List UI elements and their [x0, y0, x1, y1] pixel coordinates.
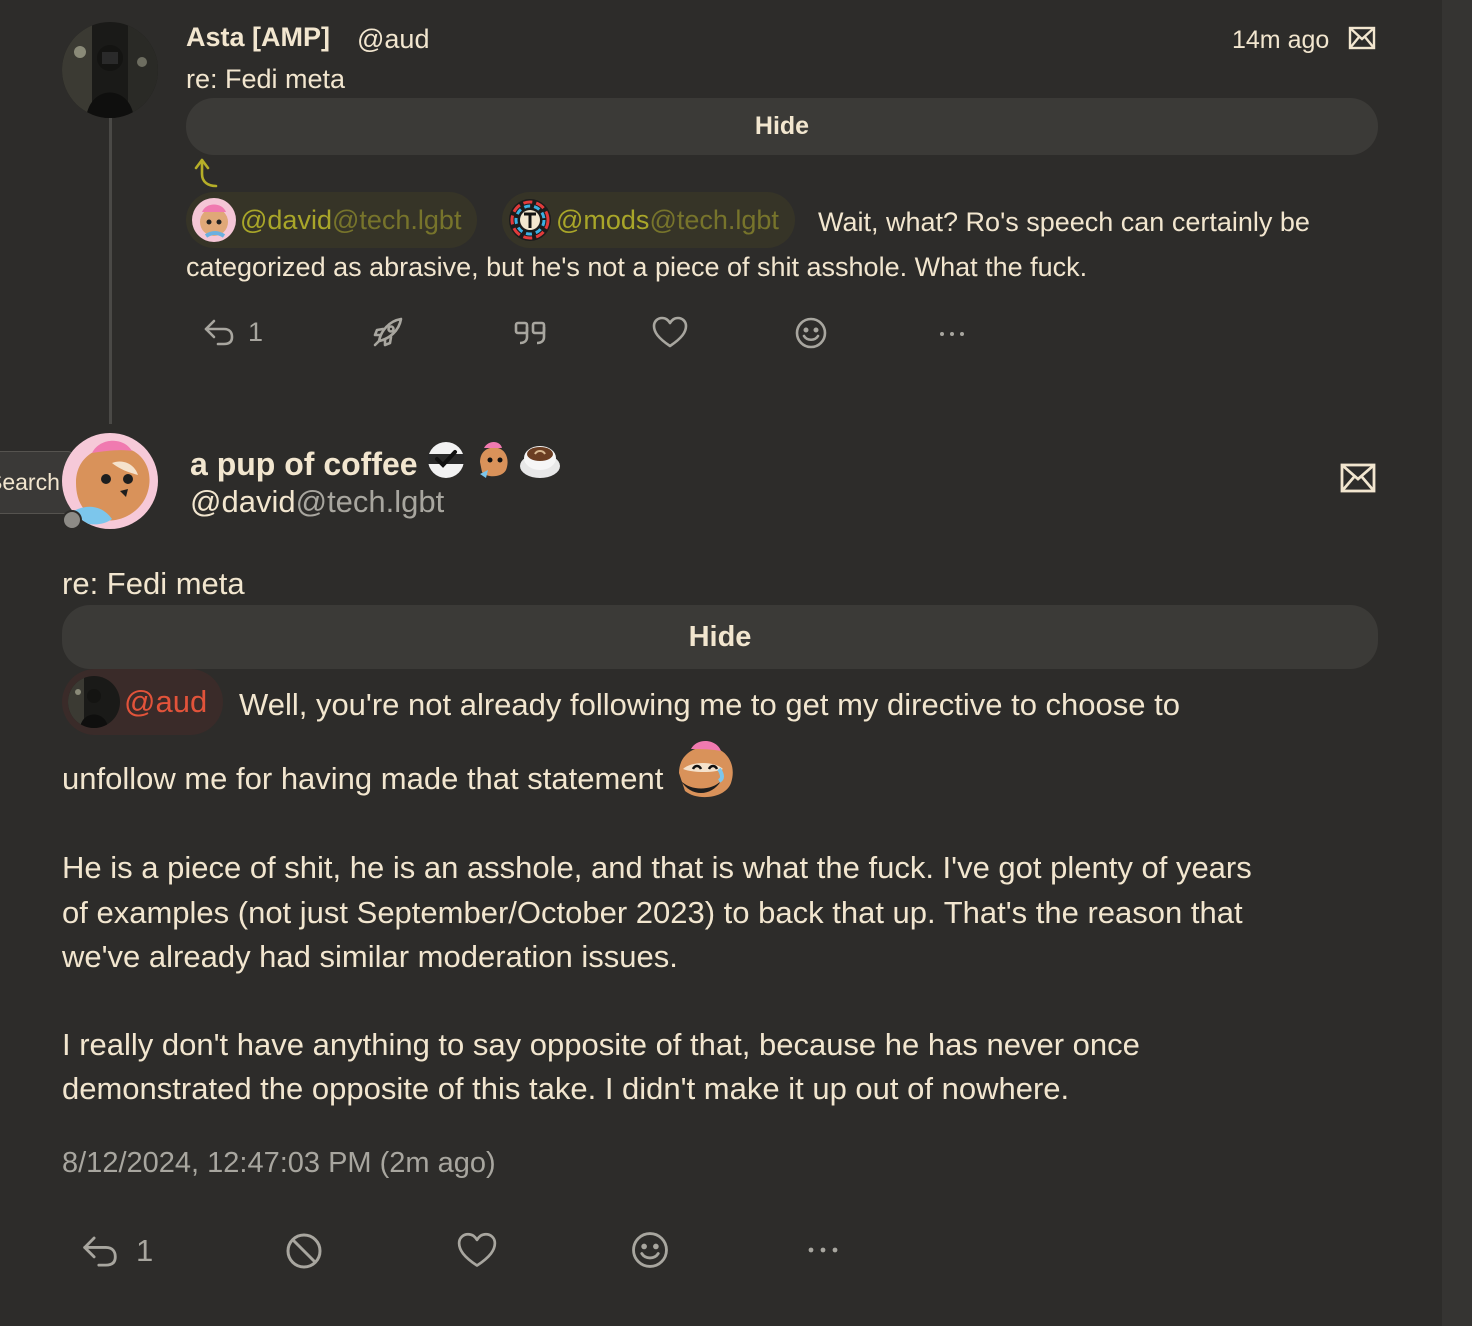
- search-tooltip-label: Search: [0, 469, 60, 495]
- verified-emoji-icon: [426, 440, 466, 488]
- author-name-text: a pup of coffee: [190, 445, 418, 482]
- more-button[interactable]: [806, 1234, 840, 1264]
- handle-user: @david: [190, 484, 296, 519]
- dog-emoji-icon: [671, 739, 739, 811]
- mention-avatar: [192, 198, 236, 242]
- post-text: Wait, what? Ro's speech can certainly be: [818, 207, 1310, 237]
- post-time[interactable]: 14m ago: [1232, 26, 1329, 55]
- mail-icon: [1340, 463, 1376, 498]
- post-text: demonstrated the opposite of this take. …: [62, 1071, 1070, 1106]
- mail-icon: [1348, 26, 1376, 55]
- mention-avatar: [508, 198, 552, 242]
- mention-host: @tech.lgbt: [649, 204, 779, 235]
- favourite-button[interactable]: [652, 316, 688, 350]
- coffee-emoji-icon: [518, 440, 562, 488]
- post-text-segment: unfollow me for having made that stateme…: [62, 761, 664, 796]
- hide-button[interactable]: Hide: [62, 605, 1378, 669]
- emoji-react-icon: [632, 1232, 668, 1268]
- mention-avatar: [68, 676, 120, 728]
- status-indicator: [62, 510, 82, 530]
- handle-host: @tech.lgbt: [295, 484, 445, 519]
- block-button[interactable]: [284, 1231, 324, 1271]
- author-handle[interactable]: @david@tech.lgbt: [190, 484, 444, 520]
- author-handle[interactable]: @aud: [357, 24, 429, 55]
- reply-button[interactable]: 1: [202, 315, 263, 349]
- post-text: He is a piece of shit, he is an asshole,…: [62, 850, 1252, 885]
- emoji-react-button[interactable]: [794, 316, 828, 350]
- post-text: of examples (not just September/October …: [62, 895, 1243, 930]
- mention-user: @mods: [556, 204, 650, 235]
- boost-icon: [373, 317, 403, 347]
- avatar[interactable]: [62, 22, 158, 118]
- post-timestamp[interactable]: 8/12/2024, 12:47:03 PM (2m ago): [62, 1147, 496, 1180]
- block-icon: [286, 1233, 322, 1269]
- mention-link[interactable]: @aud: [62, 669, 224, 735]
- reply-to-icon[interactable]: [190, 156, 220, 195]
- mention-user: @david: [240, 204, 332, 235]
- post-text: Well, you're not already following me to…: [239, 687, 1180, 722]
- more-icon: [808, 1247, 838, 1253]
- mention-host: @tech.lgbt: [331, 204, 462, 235]
- quote-icon: [514, 321, 546, 345]
- favourite-icon: [457, 1232, 497, 1267]
- content-warning: re: Fedi meta: [186, 64, 346, 94]
- favourite-icon: [652, 316, 688, 348]
- post-text: I really don't have anything to say oppo…: [62, 1027, 1140, 1062]
- mention-user: @aud: [124, 684, 208, 719]
- emoji-react-icon: [795, 317, 827, 349]
- reply-count: 1: [136, 1233, 154, 1268]
- emoji-react-button[interactable]: [630, 1230, 670, 1270]
- more-icon: [940, 332, 964, 336]
- post-text: categorized as abrasive, but he's not a …: [186, 252, 1088, 282]
- boost-button[interactable]: [371, 315, 405, 349]
- author-name[interactable]: Asta [AMP]: [186, 22, 330, 53]
- reply-button[interactable]: 1: [80, 1231, 153, 1271]
- favourite-button[interactable]: [456, 1232, 498, 1270]
- mention-link[interactable]: @david @tech.lgbt: [186, 192, 478, 248]
- post-text: unfollow me for having made that stateme…: [62, 740, 739, 811]
- hide-button[interactable]: Hide: [186, 98, 1378, 155]
- reply-count: 1: [248, 316, 264, 347]
- quote-button[interactable]: [512, 315, 548, 349]
- reply-icon: [83, 1236, 117, 1267]
- more-button[interactable]: [938, 318, 966, 348]
- mention-link[interactable]: @mods @tech.lgbt: [502, 192, 795, 248]
- post-text: we've already had similar moderation iss…: [62, 939, 678, 974]
- dog-emoji-icon: [472, 440, 512, 488]
- content-warning: re: Fedi meta: [62, 566, 245, 601]
- scrollbar[interactable]: [1442, 0, 1472, 1326]
- thread-line: [109, 118, 112, 424]
- author-name[interactable]: a pup of coffee: [190, 440, 562, 488]
- reply-icon: [204, 319, 234, 346]
